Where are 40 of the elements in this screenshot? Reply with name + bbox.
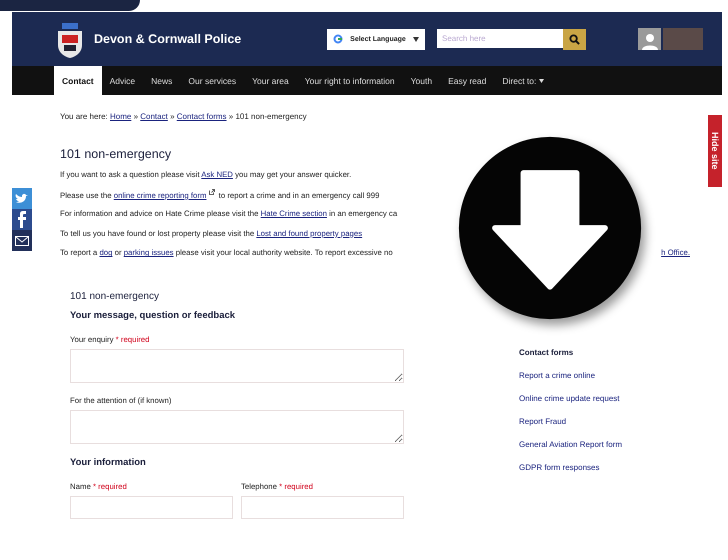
breadcrumb-current: 101 non-emergency — [235, 112, 307, 121]
hide-site-button[interactable]: Hide site — [708, 115, 722, 187]
nav-tab[interactable]: Your area — [244, 66, 297, 95]
sidebar-heading: Contact forms — [519, 348, 574, 357]
facebook-icon[interactable] — [12, 209, 32, 230]
breadcrumb-link[interactable]: Contact forms — [176, 112, 227, 121]
search-field[interactable]: Search here — [437, 28, 563, 48]
input-field[interactable] — [241, 496, 404, 518]
sidebar-link[interactable]: Report Fraud — [519, 417, 622, 426]
nav-tab[interactable]: Our services — [180, 66, 244, 95]
input-field[interactable] — [70, 496, 233, 518]
page-title: 101 non-emergency — [60, 147, 172, 161]
email-icon[interactable] — [12, 230, 32, 251]
section-heading: Your message, question or feedback — [70, 310, 236, 320]
search-icon — [569, 34, 580, 44]
form-title: 101 non-emergency — [70, 290, 160, 302]
section-heading: Your information — [70, 456, 147, 468]
sidebar-link[interactable]: Report a crime online — [519, 371, 622, 380]
search-button[interactable] — [563, 28, 586, 50]
sidebar-link[interactable]: General Aviation Report form — [519, 440, 622, 449]
breadcrumb-separator: » — [132, 112, 140, 121]
site-name: Devon & Cornwall Police — [94, 32, 242, 46]
sidebar-link[interactable]: Online crime update request — [519, 394, 622, 403]
caret-icon — [413, 36, 419, 42]
account-button[interactable] — [638, 28, 661, 50]
breadcrumb-label: You are here: — [60, 112, 109, 121]
nav-tab[interactable]: Easy read — [440, 66, 494, 95]
breadcrumb-separator: » — [169, 112, 176, 121]
nav-tab[interactable]: Contact — [54, 66, 102, 95]
person-icon — [640, 32, 658, 50]
download-icon — [457, 135, 643, 321]
breadcrumb-link[interactable]: Home — [110, 112, 132, 121]
breadcrumb-link[interactable]: Contact — [140, 112, 168, 121]
nav-tab[interactable]: News — [143, 66, 180, 95]
breadcrumb-separator: » — [228, 112, 234, 121]
sidebar-link[interactable]: GDPR form responses — [519, 463, 622, 472]
nav-tab[interactable]: Youth — [402, 66, 440, 95]
nav-tab[interactable]: Direct to: — [494, 66, 552, 95]
nav-tab[interactable]: Advice — [102, 66, 144, 95]
nav-tab[interactable]: Your right to information — [296, 66, 403, 95]
